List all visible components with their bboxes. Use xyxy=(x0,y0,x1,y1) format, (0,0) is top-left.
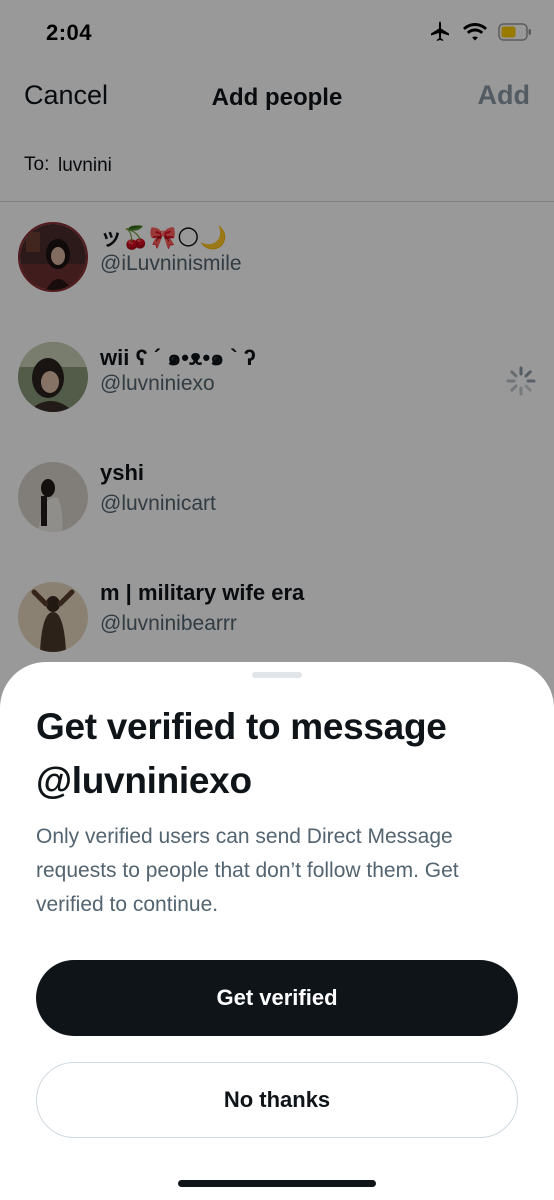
sheet-title: Get verified to message @luvniniexo xyxy=(36,706,447,801)
sheet-description: Only verified users can send Direct Mess… xyxy=(36,825,459,916)
add-people-screen: 2:04 Cancel Add people Add To: ッ🍒� xyxy=(0,0,554,1200)
get-verified-button[interactable]: Get verified xyxy=(36,960,518,1036)
sheet-grabber[interactable] xyxy=(252,672,302,678)
verification-bottom-sheet: Get verified to message @luvniniexo Only… xyxy=(0,662,554,1200)
no-thanks-button[interactable]: No thanks xyxy=(36,1062,518,1138)
home-indicator xyxy=(178,1180,376,1187)
